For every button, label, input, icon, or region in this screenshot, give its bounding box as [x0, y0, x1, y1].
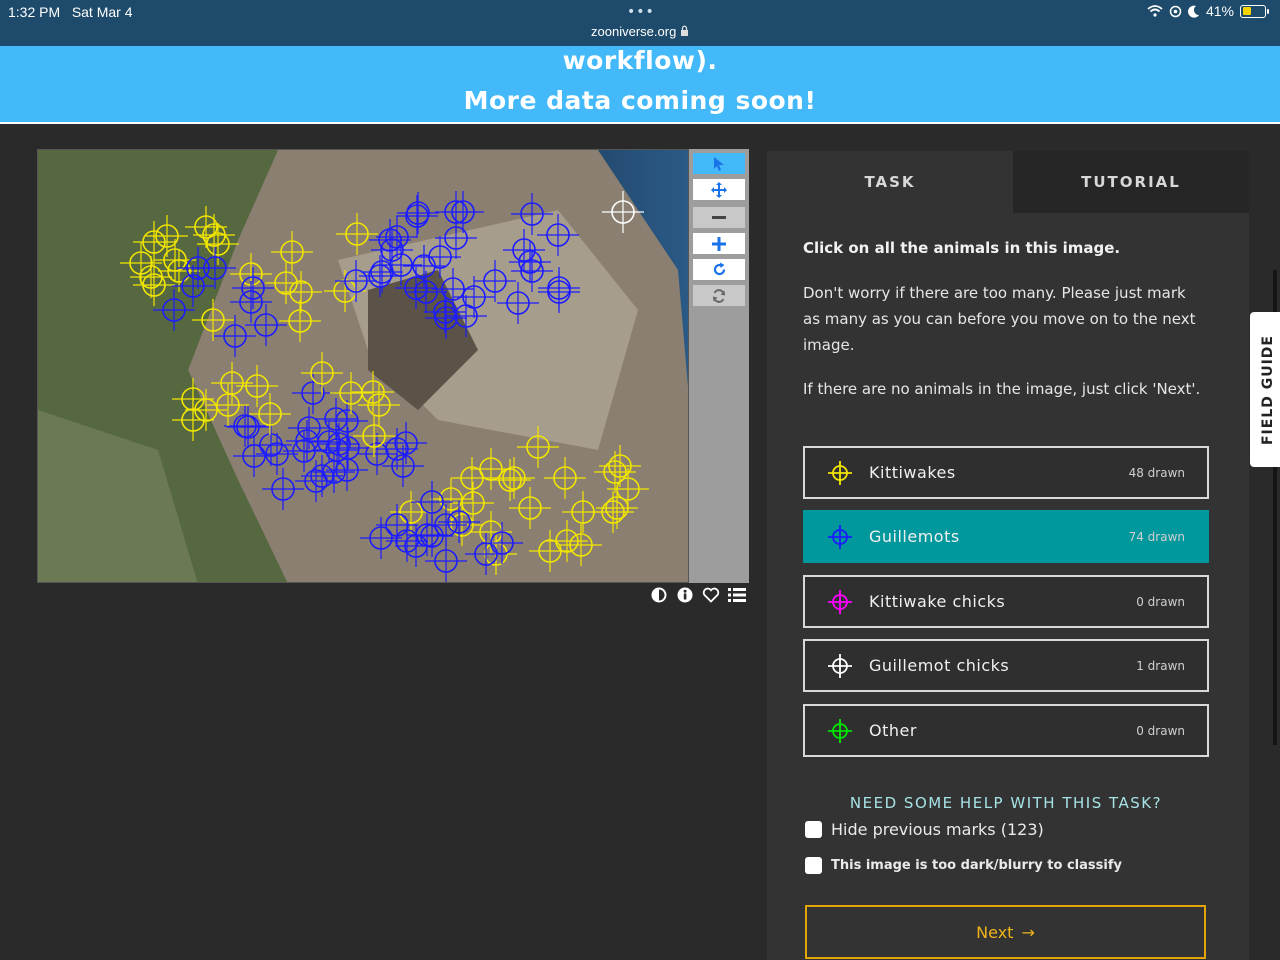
option-count: 74 drawn — [1128, 530, 1185, 544]
tab-tutorial[interactable]: TUTORIAL — [1013, 151, 1249, 213]
too-dark-label: This image is too dark/blurry to classif… — [831, 858, 1122, 873]
status-indicators: 41% — [1147, 3, 1269, 19]
favorite-button[interactable] — [702, 586, 720, 604]
collections-button[interactable] — [728, 586, 746, 604]
tab-task[interactable]: TASK — [767, 151, 1013, 213]
rotate-button[interactable] — [693, 259, 745, 280]
option-kittiwakes[interactable]: Kittiwakes 48 drawn — [803, 446, 1209, 499]
viewer-actions — [650, 586, 746, 604]
moon-icon — [1187, 5, 1199, 18]
wifi-icon — [1147, 5, 1163, 17]
option-label: Guillemots — [869, 527, 960, 546]
option-label: Other — [869, 721, 917, 740]
banner-line-2: More data coming soon! — [463, 86, 817, 115]
move-tool-button[interactable] — [693, 179, 745, 200]
option-guillemots[interactable]: Guillemots 74 drawn — [803, 510, 1209, 563]
browser-menu-dots[interactable]: ••• — [627, 4, 655, 20]
option-label: Kittiwakes — [869, 463, 956, 482]
crosshair-icon — [828, 654, 852, 678]
option-label: Guillemot chicks — [869, 656, 1010, 675]
heart-icon — [702, 587, 720, 603]
option-other[interactable]: Other 0 drawn — [803, 704, 1209, 757]
pointer-tool-button[interactable] — [693, 153, 745, 174]
battery-percent: 41% — [1205, 3, 1234, 19]
zoom-in-button[interactable] — [693, 233, 745, 254]
battery-icon — [1240, 4, 1269, 18]
task-instructions: Don't worry if there are too many. Pleas… — [803, 284, 1196, 354]
move-icon — [711, 181, 727, 198]
rotate-icon — [713, 262, 725, 276]
pointer-icon — [714, 156, 724, 171]
contrast-icon — [651, 587, 667, 603]
plus-icon — [712, 236, 726, 251]
crosshair-icon — [828, 525, 852, 549]
viewer-toolbar — [689, 149, 749, 583]
subject-image[interactable] — [37, 149, 689, 583]
next-label: Next — [976, 922, 1014, 942]
option-label: Kittiwake chicks — [869, 592, 1006, 611]
option-count: 1 drawn — [1136, 659, 1185, 673]
info-button[interactable] — [676, 586, 694, 604]
location-lock-icon — [1169, 5, 1182, 17]
announcement-banner: workflow). More data coming soon! — [0, 46, 1280, 124]
too-dark-checkbox-row[interactable]: This image is too dark/blurry to classif… — [805, 857, 1122, 874]
info-icon — [677, 587, 693, 603]
minus-icon — [712, 215, 726, 219]
zoom-out-button[interactable] — [693, 207, 745, 228]
option-guillemot-chicks[interactable]: Guillemot chicks 1 drawn — [803, 639, 1209, 692]
list-icon — [728, 588, 746, 602]
next-button[interactable]: Next → — [805, 905, 1206, 959]
banner-line-1: workflow). — [562, 46, 718, 75]
crosshair-icon — [828, 719, 852, 743]
arrow-right-icon: → — [1021, 922, 1035, 942]
option-count: 48 drawn — [1128, 466, 1185, 480]
task-question: Click on all the animals in this image. — [803, 239, 1121, 257]
lock-icon — [680, 25, 688, 36]
status-time: 1:32 PM Sat Mar 4 — [8, 4, 133, 20]
too-dark-checkbox[interactable] — [805, 857, 822, 874]
option-count: 0 drawn — [1136, 595, 1185, 609]
reset-button[interactable] — [693, 285, 745, 306]
status-bar: 1:32 PM Sat Mar 4 ••• zooniverse.org 41% — [0, 0, 1280, 46]
crosshair-icon — [828, 590, 852, 614]
task-no-animals-note: If there are no animals in the image, ju… — [803, 380, 1201, 398]
crosshair-icon — [828, 461, 852, 485]
reset-icon — [713, 288, 725, 303]
option-kittiwake-chicks[interactable]: Kittiwake chicks 0 drawn — [803, 575, 1209, 628]
option-count: 0 drawn — [1136, 724, 1185, 738]
help-link[interactable]: NEED SOME HELP WITH THIS TASK? — [803, 794, 1209, 812]
hide-marks-label: Hide previous marks (123) — [831, 820, 1044, 839]
hide-marks-checkbox-row[interactable]: Hide previous marks (123) — [805, 820, 1044, 839]
contrast-button[interactable] — [650, 586, 668, 604]
url-bar[interactable]: zooniverse.org — [0, 24, 1280, 39]
task-panel: TASK TUTORIAL Click on all the animals i… — [767, 151, 1249, 960]
hide-marks-checkbox[interactable] — [805, 821, 822, 838]
field-guide-tab[interactable]: FIELD GUIDE — [1250, 312, 1280, 467]
field-guide-label: FIELD GUIDE — [1260, 334, 1276, 446]
